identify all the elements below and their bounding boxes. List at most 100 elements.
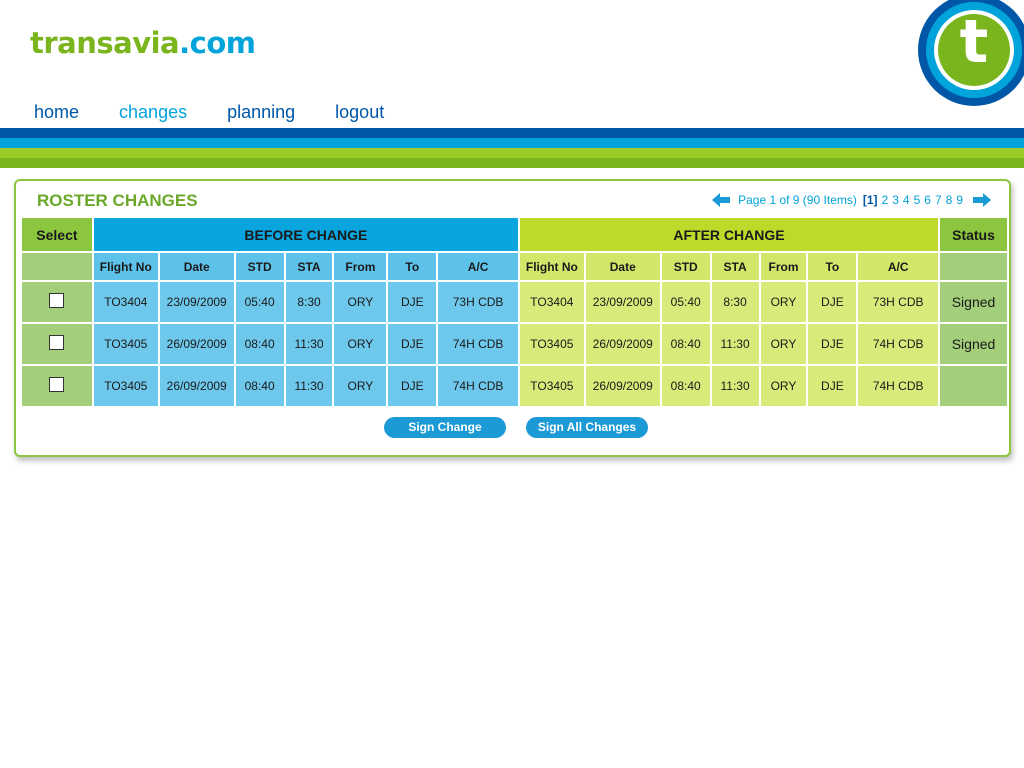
table-cell: DJE [808,282,857,322]
table-cell: 74H CDB [438,366,518,406]
table-cell: ORY [334,282,387,322]
pager-page-link[interactable]: 3 [892,193,899,207]
table-cell: 11:30 [285,366,333,406]
select-cell [22,324,92,364]
table-cell: DJE [808,324,857,364]
status-cell: Signed [940,282,1007,322]
table-cell: TO3405 [519,366,584,406]
pager-page-link[interactable]: 5 [914,193,921,207]
table-cell: 74H CDB [438,324,518,364]
pager-page-link[interactable]: 9 [956,193,963,207]
table-cell: ORY [760,324,807,364]
select-cell [22,366,92,406]
brand-badge: t [918,0,1024,106]
pager-page-link[interactable]: 8 [946,193,953,207]
status-cell [940,366,1007,406]
table-cell: DJE [808,366,857,406]
table-row: TO3405 26/09/2009 08:40 11:30 ORY DJE 74… [22,324,1007,364]
roster-changes-panel: ROSTER CHANGES Page 1 of 9 (90 Items) [1… [14,179,1011,457]
table-cell: 05:40 [235,282,284,322]
table-cell: ORY [760,366,807,406]
table-cell: ORY [760,282,807,322]
table-cell: TO3404 [93,282,158,322]
table-cell: ORY [334,366,387,406]
column-header: To [808,253,857,280]
column-header: STD [235,253,284,280]
table-column-header: Flight No Date STD STA From To A/C Fligh… [22,253,1007,280]
pager: Page 1 of 9 (90 Items) [1] 2 3 4 5 6 7 8… [712,193,991,207]
pager-summary: Page 1 of 9 (90 Items) [738,193,857,207]
table-cell: DJE [388,324,437,364]
column-header-blank [940,253,1007,280]
sign-all-changes-button[interactable]: Sign All Changes [526,417,648,438]
column-header-blank [22,253,92,280]
header-stripes [0,128,1024,168]
column-header: Date [159,253,234,280]
logo-suffix: .com [179,26,256,60]
column-header: A/C [438,253,518,280]
pager-pages: 2 3 4 5 6 7 8 9 [882,193,964,207]
table-cell: 11:30 [711,366,759,406]
nav-logout[interactable]: logout [335,102,384,123]
column-header: Flight No [519,253,584,280]
brand-badge-letter: t [959,7,989,77]
table-cell: 26/09/2009 [159,366,234,406]
table-cell: 23/09/2009 [585,282,660,322]
pager-page-link[interactable]: 2 [882,193,889,207]
table-cell: TO3405 [93,324,158,364]
column-header: To [388,253,437,280]
table-cell: ORY [334,324,387,364]
table-row: TO3404 23/09/2009 05:40 8:30 ORY DJE 73H… [22,282,1007,322]
checkbox-unchecked-icon[interactable] [49,335,65,350]
table-cell: 08:40 [235,366,284,406]
table-cell: TO3404 [519,282,584,322]
table-cell: 11:30 [711,324,759,364]
table-cell: 26/09/2009 [585,366,660,406]
column-header: Flight No [93,253,158,280]
select-cell [22,282,92,322]
table-cell: 05:40 [661,282,710,322]
status-cell: Signed [940,324,1007,364]
header-status: Status [940,218,1007,251]
table-cell: DJE [388,282,437,322]
column-header: From [334,253,387,280]
header-select: Select [22,218,92,251]
table-cell: 8:30 [711,282,759,322]
pager-page-link[interactable]: 6 [924,193,931,207]
roster-table: Select BEFORE CHANGE AFTER CHANGE Status… [20,216,1009,408]
pager-page-link[interactable]: 7 [935,193,942,207]
main-nav: home changes planning logout [34,102,384,123]
column-header: From [760,253,807,280]
table-cell: 74H CDB [858,366,939,406]
page-title: ROSTER CHANGES [37,191,198,210]
table-cell: 26/09/2009 [585,324,660,364]
right-arrow-icon[interactable] [973,193,991,207]
column-header: A/C [858,253,939,280]
checkbox-unchecked-icon[interactable] [49,377,65,392]
column-header: STD [661,253,710,280]
table-cell: 08:40 [235,324,284,364]
table-cell: TO3405 [519,324,584,364]
table-cell: TO3405 [93,366,158,406]
logo-main: transavia [30,26,180,60]
header-after-change: AFTER CHANGE [519,218,939,251]
nav-changes[interactable]: changes [119,102,187,123]
table-row: TO3405 26/09/2009 08:40 11:30 ORY DJE 74… [22,366,1007,406]
table-cell: 26/09/2009 [159,324,234,364]
nav-planning[interactable]: planning [227,102,295,123]
pager-page-link[interactable]: 4 [903,193,910,207]
sign-change-button[interactable]: Sign Change [384,417,506,438]
table-cell: 11:30 [285,324,333,364]
column-header: STA [711,253,759,280]
left-arrow-icon[interactable] [712,193,731,207]
table-cell: 73H CDB [858,282,939,322]
pager-current-page: [1] [862,193,878,207]
checkbox-unchecked-icon[interactable] [49,293,65,308]
table-cell: 8:30 [285,282,333,322]
column-header: Date [585,253,660,280]
table-cell: 08:40 [661,324,710,364]
nav-home[interactable]: home [34,102,79,123]
table-group-header: Select BEFORE CHANGE AFTER CHANGE Status [22,218,1007,251]
logo: transavia.com [30,26,256,60]
table-cell: 73H CDB [438,282,518,322]
